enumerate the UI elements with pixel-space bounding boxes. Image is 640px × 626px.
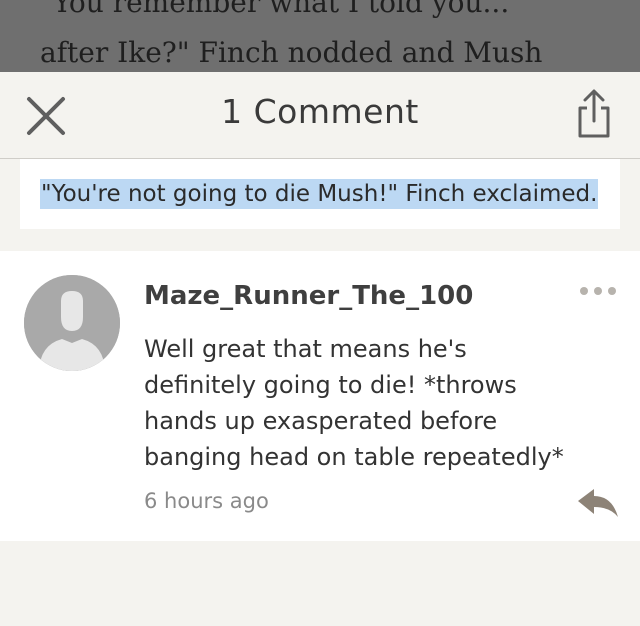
default-avatar-icon (24, 275, 120, 371)
comments-header: 1 Comment (0, 72, 640, 159)
comment-timestamp: 6 hours ago (144, 489, 269, 513)
comment-item: Maze_Runner_The_100 Well great that mean… (0, 251, 640, 541)
story-text-line: after Ike?" Finch nodded and Mush (40, 36, 543, 69)
story-text-line: "You remember what I told you... (40, 0, 510, 19)
quoted-passage: "You're not going to die Mush!" Finch ex… (20, 159, 620, 229)
story-background: "You remember what I told you... after I… (0, 0, 640, 72)
comment-username[interactable]: Maze_Runner_The_100 (144, 281, 473, 311)
reply-icon (578, 489, 618, 517)
reply-button[interactable] (576, 487, 620, 521)
share-button[interactable] (574, 88, 614, 140)
share-icon (578, 89, 610, 138)
comment-body: Well great that means he's definitely go… (144, 335, 564, 471)
avatar[interactable] (24, 275, 120, 371)
highlighted-quote: "You're not going to die Mush!" Finch ex… (40, 179, 599, 209)
more-dots-icon (580, 287, 616, 295)
more-options-button[interactable] (578, 283, 618, 297)
page-title: 1 Comment (221, 92, 419, 131)
